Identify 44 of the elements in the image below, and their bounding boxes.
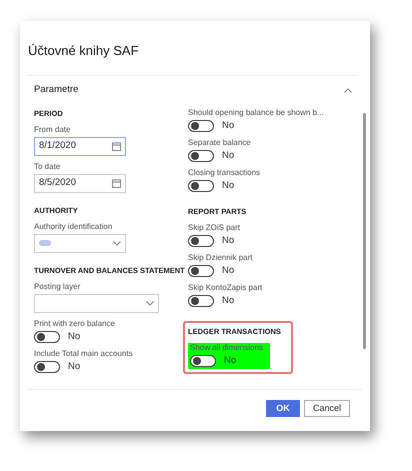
ok-button[interactable]: OK	[266, 400, 300, 417]
toggle-switch[interactable]	[188, 234, 214, 246]
field-label: Skip KontoZapis part	[188, 282, 264, 292]
field-label: Authority identification	[34, 222, 114, 232]
cancel-button[interactable]: Cancel	[304, 400, 350, 417]
scrollbar[interactable]	[362, 112, 366, 349]
toggle-switch[interactable]	[34, 360, 60, 372]
toggle-state: No	[222, 264, 234, 276]
chevron-down-icon	[113, 240, 121, 246]
field-label: Posting layer	[34, 282, 82, 292]
toggle-state: No	[222, 234, 234, 246]
toggle-switch[interactable]	[190, 354, 216, 366]
section-header[interactable]: Parametre	[28, 76, 358, 106]
toggle-state: No	[222, 150, 234, 162]
field-label: Include Total main accounts	[34, 348, 134, 358]
toggle-state: No	[68, 330, 80, 342]
calendar-icon	[112, 178, 121, 188]
dropdown-field[interactable]	[34, 234, 126, 252]
field-label: Separate balance	[188, 138, 252, 148]
field-label: From date	[34, 124, 72, 134]
field-label: Skip Dziennik part	[188, 252, 254, 262]
dropdown-field[interactable]	[34, 294, 159, 312]
window-title: Účtovné knihy SAF	[27, 42, 140, 60]
date-field[interactable]: 8/1/2020	[34, 136, 126, 156]
calendar-icon	[112, 142, 121, 150]
field-label: Should opening balance be shown b...	[188, 108, 325, 118]
toggle-state: No	[222, 120, 234, 132]
toggle-state: No	[224, 354, 236, 366]
toggle-switch[interactable]	[188, 180, 214, 192]
chevron-down-icon	[146, 300, 154, 306]
field-label: Show all dimensions	[190, 342, 264, 352]
date-field[interactable]: 8/5/2020	[34, 174, 126, 192]
field-label: Print with zero balance	[34, 318, 116, 328]
toggle-state: No	[222, 294, 234, 306]
field-label: Closing transactions	[188, 168, 262, 178]
toggle-switch[interactable]	[188, 120, 214, 132]
field-label: To date	[34, 162, 62, 172]
toggle-state: No	[222, 180, 234, 192]
toggle-switch[interactable]	[34, 330, 60, 342]
field-label: Skip ZOiS part	[188, 222, 242, 232]
toggle-switch[interactable]	[188, 150, 214, 162]
toggle-state: No	[68, 360, 80, 372]
toggle-switch[interactable]	[188, 294, 214, 306]
toggle-switch[interactable]	[188, 264, 214, 276]
